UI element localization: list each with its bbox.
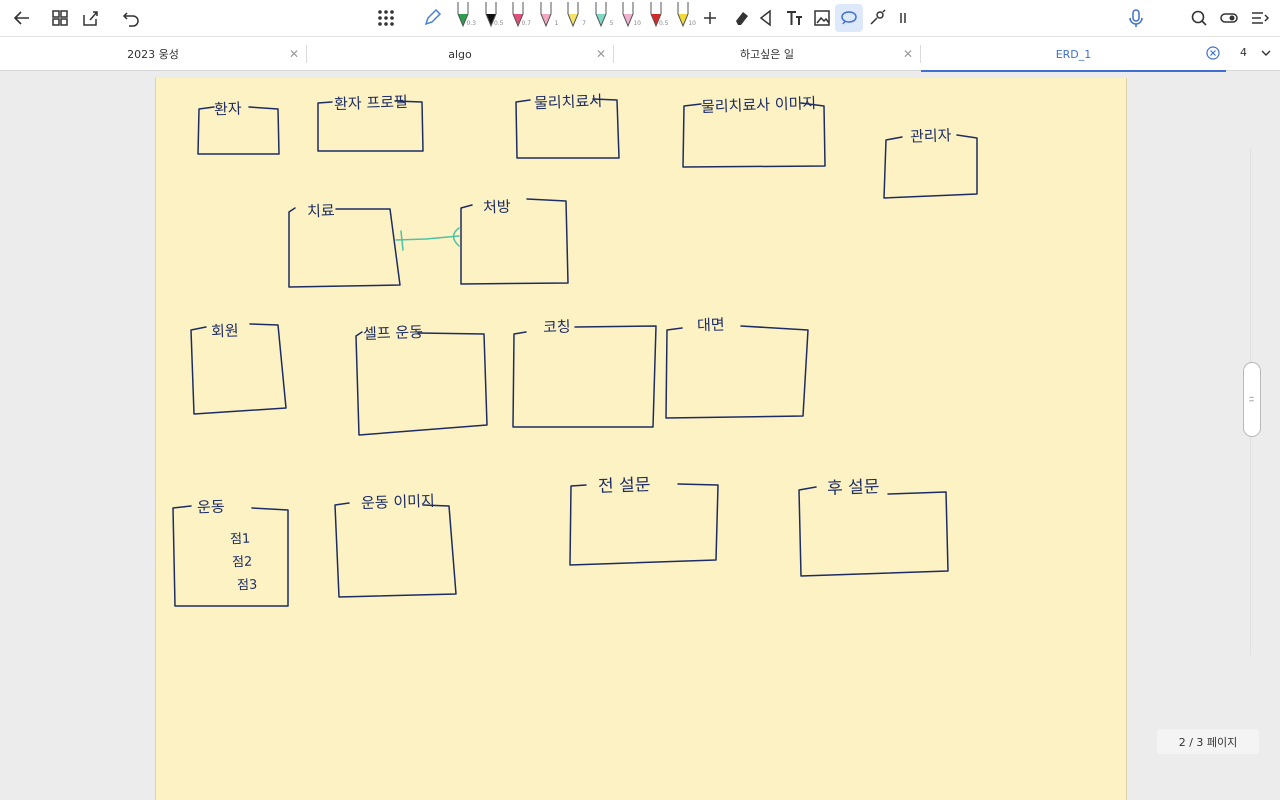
- eraser-icon[interactable]: [727, 4, 755, 32]
- attribute-label: 점3: [236, 577, 258, 594]
- pen-size-label: 0.7: [521, 20, 531, 27]
- attribute-label: 점1: [229, 531, 251, 548]
- tab-count: 4: [1240, 46, 1247, 59]
- pen-preset[interactable]: 0.3: [452, 0, 476, 30]
- pen-size-label: 10: [688, 20, 696, 27]
- pen-size-label: 10: [633, 20, 641, 27]
- toolbar: 0.3 0.5 0.7 1 7 5 10 0.5 10: [0, 0, 1280, 36]
- entity-box: [460, 198, 569, 285]
- tab-2023[interactable]: 2023 웅성 ✕: [0, 37, 306, 71]
- tab-label: algo: [448, 47, 472, 61]
- tab-algo[interactable]: algo ✕: [307, 37, 613, 71]
- entity-label: 관리자: [909, 126, 952, 146]
- pen-size-label: 1: [554, 20, 559, 27]
- handwriting-layer: [172, 98, 978, 607]
- entity-label: 회원: [210, 321, 239, 341]
- entity-label: 셀프 운동: [362, 322, 424, 344]
- apps-grid-icon[interactable]: [372, 4, 400, 32]
- close-icon[interactable]: ✕: [288, 48, 300, 60]
- close-icon[interactable]: ✕: [595, 48, 607, 60]
- share-export-icon[interactable]: [76, 4, 104, 32]
- lasso-tool-icon[interactable]: [835, 4, 863, 32]
- pen-preset[interactable]: 0.7: [507, 0, 531, 30]
- entity-box: [665, 325, 809, 419]
- entity-label: 처방: [482, 197, 511, 217]
- entity-label: 환자: [213, 99, 242, 119]
- tab-todo[interactable]: 하고싶은 일 ✕: [614, 37, 920, 71]
- entity-label: 물리치료사 이미지: [700, 93, 817, 117]
- entity-label: 치료: [306, 201, 335, 221]
- entity-label: 운동 이미지: [360, 491, 436, 513]
- pen-size-label: 5: [609, 20, 614, 27]
- microphone-icon[interactable]: [1122, 4, 1150, 32]
- close-circle-icon[interactable]: [1206, 46, 1220, 60]
- pen-preset[interactable]: 7: [562, 0, 586, 30]
- entity-label: 후 설문: [826, 477, 880, 499]
- pen-icon: [595, 2, 606, 28]
- add-pen-icon[interactable]: [696, 4, 724, 32]
- pen-preset[interactable]: 10: [672, 0, 696, 30]
- pen-size-label: 7: [582, 20, 586, 27]
- laser-pointer-icon[interactable]: [863, 4, 891, 32]
- entity-box: [334, 502, 457, 598]
- entity-box: [288, 207, 401, 288]
- relationship-line: [395, 235, 460, 241]
- pen-preset[interactable]: 0.5: [645, 0, 669, 30]
- pen-tool-icon[interactable]: [418, 4, 446, 32]
- search-icon[interactable]: [1185, 4, 1213, 32]
- pen-size-label: 0.3: [466, 20, 476, 27]
- relationship-bar: [400, 230, 404, 251]
- pen-icon: [540, 2, 551, 28]
- entity-box: [798, 486, 949, 577]
- pen-preset[interactable]: 10: [617, 0, 641, 30]
- grid-view-icon[interactable]: [46, 4, 74, 32]
- entity-box: [355, 331, 488, 436]
- entity-label: 대면: [696, 315, 725, 335]
- entity-box: [512, 325, 657, 428]
- page-indicator: 2 / 3 페이지: [1157, 729, 1259, 754]
- reading-mode-toggle-icon[interactable]: [1215, 4, 1243, 32]
- chevron-down-icon[interactable]: [1259, 45, 1273, 59]
- pen-size-label: 0.5: [493, 20, 504, 27]
- toolbar-more-icon[interactable]: [889, 4, 917, 32]
- entity-label: 전 설문: [597, 475, 651, 497]
- entity-label: 운동: [196, 497, 225, 517]
- entity-label: 코칭: [542, 317, 571, 337]
- entity-box: [569, 483, 719, 566]
- pen-size-label: 0.5: [658, 20, 669, 27]
- menu-more-icon[interactable]: [1246, 4, 1274, 32]
- tab-label: ERD_1: [1055, 47, 1092, 61]
- tab-erd-1[interactable]: ERD_1: [921, 37, 1226, 72]
- shape-tool-icon[interactable]: [752, 4, 780, 32]
- pen-icon: [567, 2, 579, 28]
- entity-box: [172, 505, 289, 607]
- tab-bar: 2023 웅성 ✕ algo ✕ 하고싶은 일 ✕ ERD_1 4: [0, 36, 1280, 72]
- back-arrow-icon[interactable]: [8, 4, 36, 32]
- note-page[interactable]: 환자 환자 프로필 물리치료사 물리치료사 이미지 관리자 치료 처방 회원 셀…: [155, 78, 1127, 800]
- tab-label: 하고싶은 일: [739, 48, 795, 61]
- attribute-label: 점2: [231, 554, 253, 571]
- tab-label: 2023 웅성: [127, 48, 179, 61]
- entity-label: 물리치료사: [533, 91, 604, 113]
- pen-preset[interactable]: 5: [590, 0, 614, 30]
- page-scroll-handle[interactable]: [1243, 362, 1261, 437]
- text-tool-icon[interactable]: [780, 4, 808, 32]
- image-insert-icon[interactable]: [808, 4, 836, 32]
- close-icon[interactable]: ✕: [902, 48, 914, 60]
- entity-label: 환자 프로필: [333, 92, 409, 114]
- pen-preset[interactable]: 0.5: [480, 0, 504, 30]
- undo-icon[interactable]: [117, 4, 145, 32]
- pen-preset[interactable]: 1: [535, 0, 559, 30]
